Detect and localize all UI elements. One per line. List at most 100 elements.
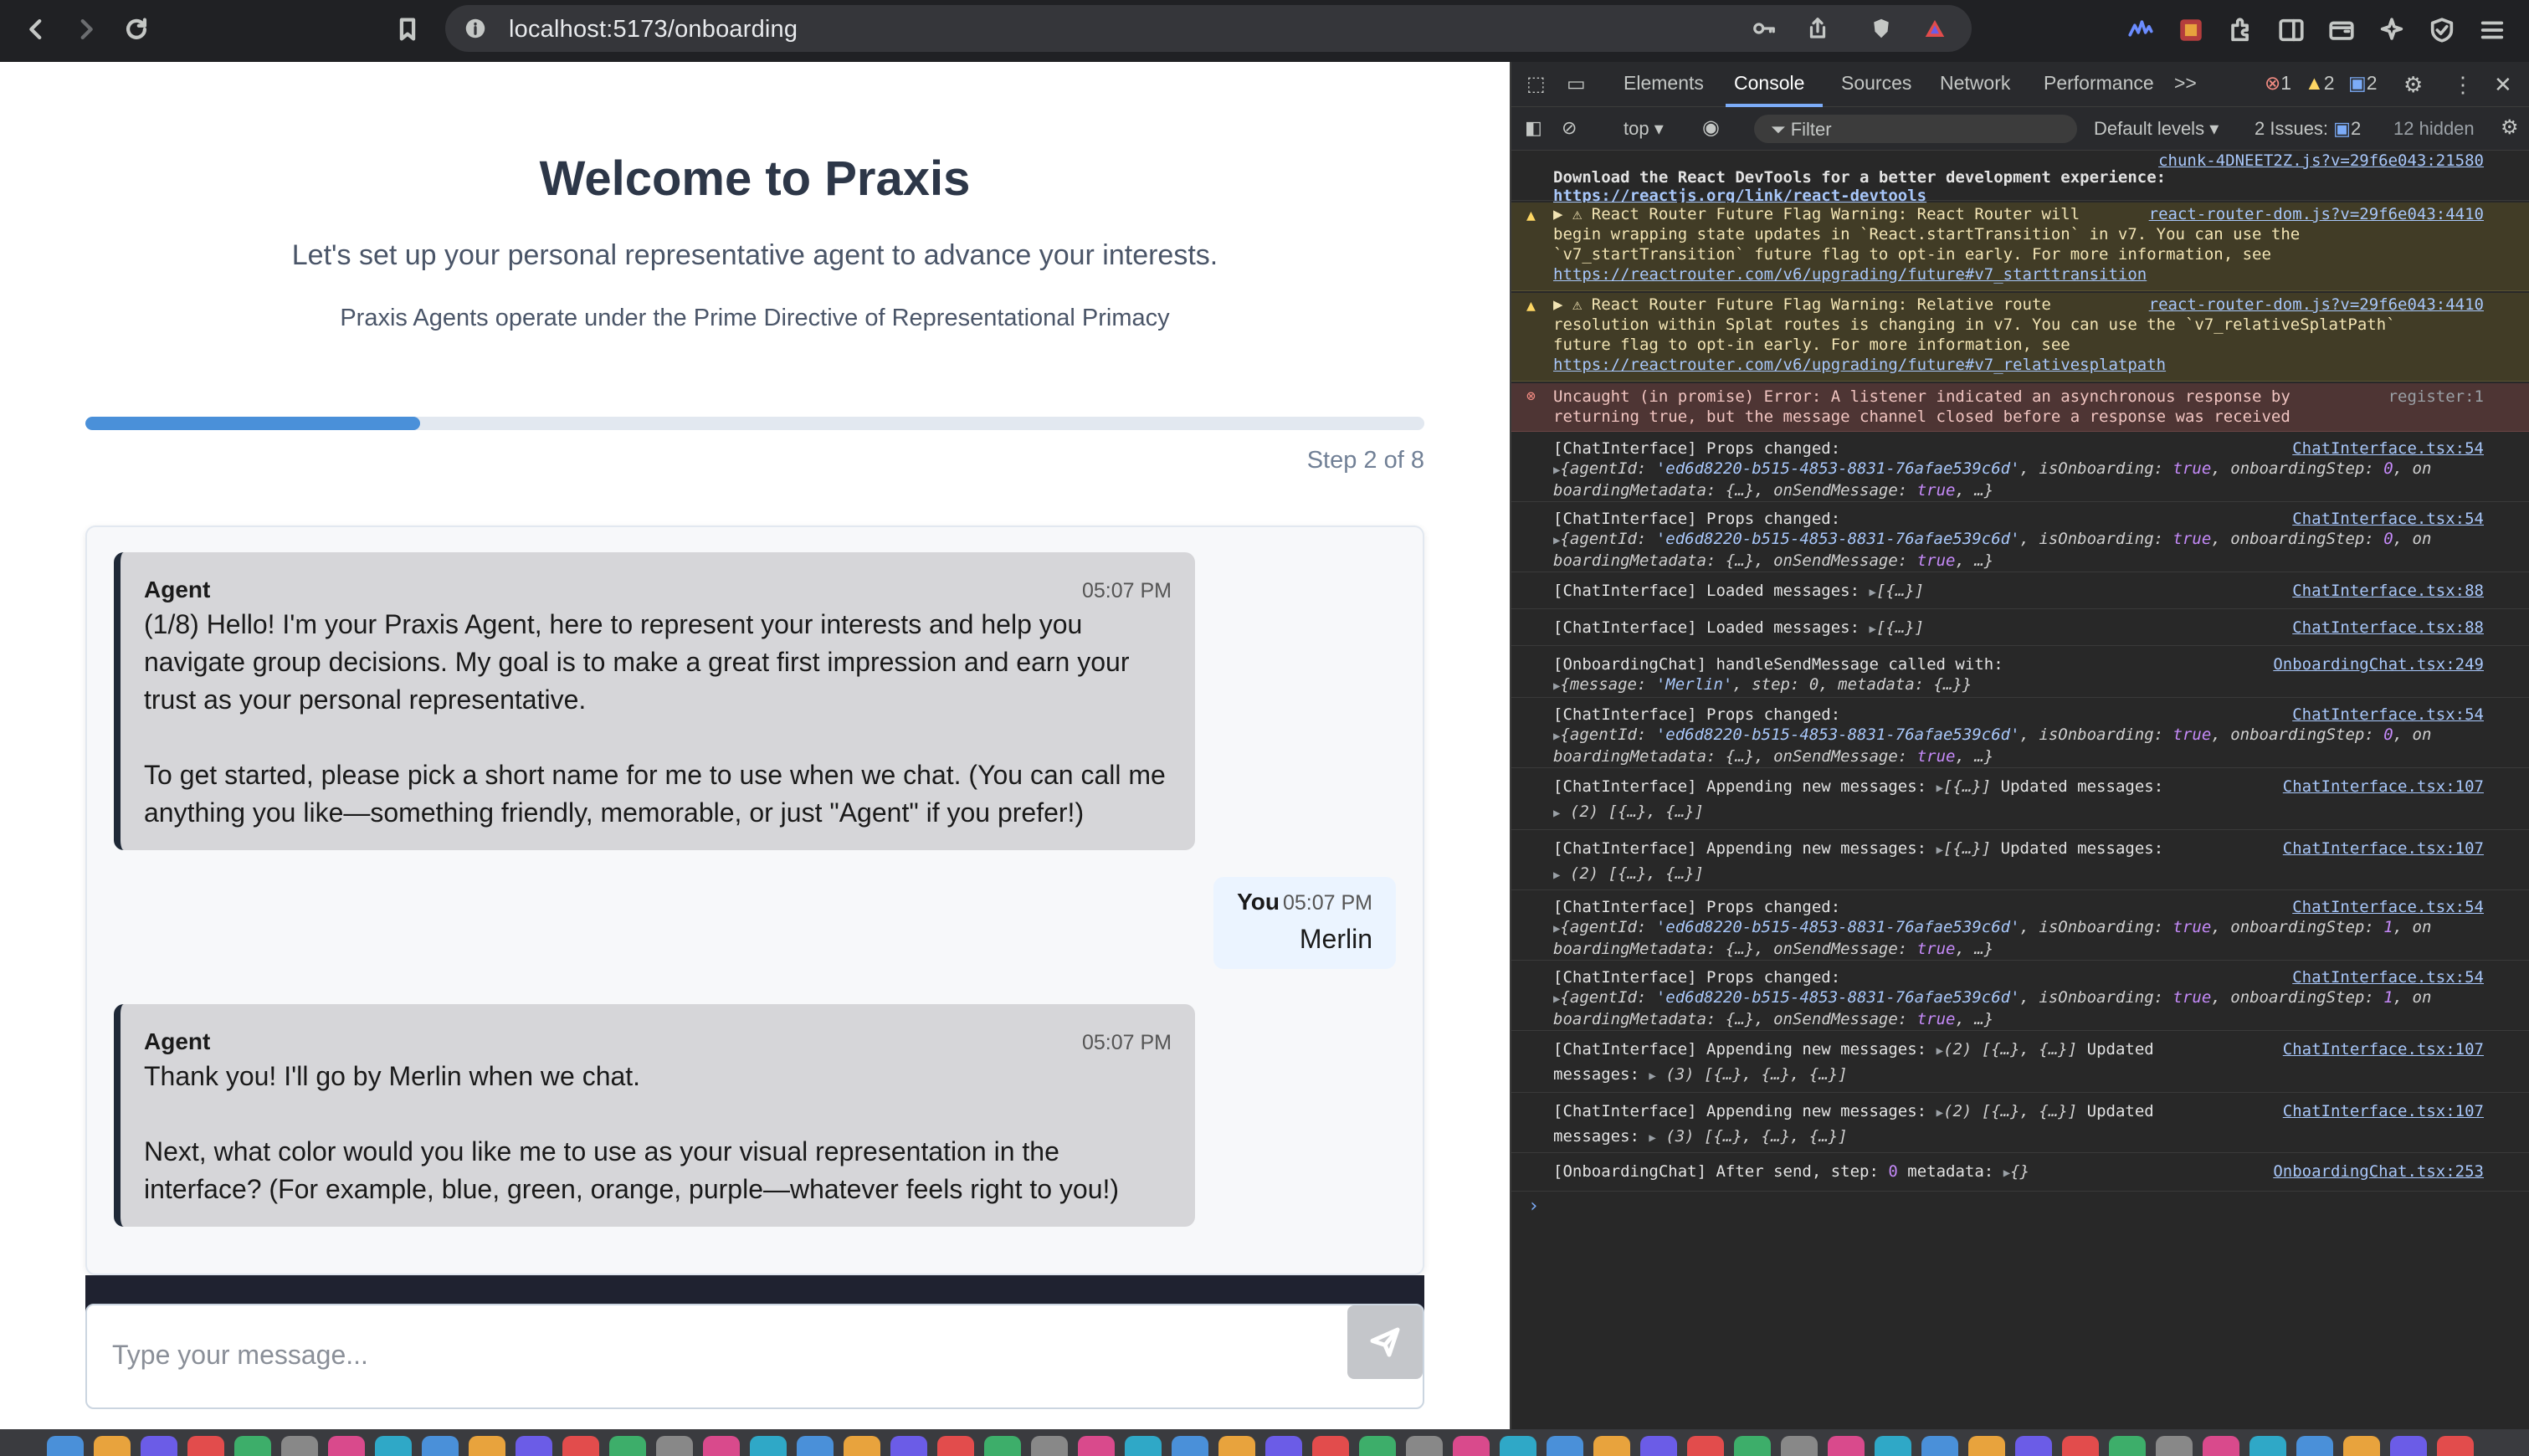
expand-triangle-icon[interactable]: ▶ — [1649, 1069, 1655, 1083]
log-source-link[interactable]: ChatInterface.tsx:54 — [2292, 967, 2484, 987]
log-source-link[interactable]: ChatInterface.tsx:54 — [2292, 705, 2484, 725]
dock-app-icon[interactable] — [1031, 1436, 1068, 1456]
settings-gear-icon[interactable]: ⚙ — [2403, 72, 2423, 98]
dock-app-icon[interactable] — [281, 1436, 318, 1456]
expand-triangle-icon[interactable]: ▶ — [1649, 1131, 1655, 1145]
dock-app-icon[interactable] — [469, 1436, 505, 1456]
dock-app-icon[interactable] — [141, 1436, 177, 1456]
console-settings-gear-icon[interactable]: ⚙ — [2501, 115, 2519, 140]
dock-app-icon[interactable] — [2343, 1436, 2380, 1456]
dock-app-icon[interactable] — [1547, 1436, 1583, 1456]
issues-button[interactable]: 2 Issues: ▣2 — [2255, 118, 2361, 140]
dock-app-icon[interactable] — [375, 1436, 412, 1456]
log-source-link[interactable]: OnboardingChat.tsx:249 — [2273, 654, 2484, 674]
dock-app-icon[interactable] — [562, 1436, 599, 1456]
dock-app-icon[interactable] — [1500, 1436, 1536, 1456]
warning-badge[interactable]: ▲2 — [2305, 72, 2335, 95]
dock-app-icon[interactable] — [2296, 1436, 2333, 1456]
back-button[interactable] — [15, 8, 57, 50]
dock-app-icon[interactable] — [1921, 1436, 1958, 1456]
log-source-link[interactable]: chunk-4DNEET2Z.js?v=29f6e043:21580 — [2158, 151, 2484, 171]
expand-triangle-icon[interactable]: ▶ — [1937, 782, 1943, 795]
log-source-link[interactable]: ChatInterface.tsx:107 — [2283, 777, 2484, 797]
log-source-link[interactable]: ChatInterface.tsx:107 — [2283, 838, 2484, 859]
dock-app-icon[interactable] — [937, 1436, 974, 1456]
share-icon[interactable] — [1801, 12, 1834, 45]
kebab-menu-icon[interactable]: ⋮ — [2452, 72, 2474, 98]
dock-app-icon[interactable] — [1172, 1436, 1208, 1456]
vpn-shield-icon[interactable] — [2424, 12, 2460, 49]
dock-app-icon[interactable] — [984, 1436, 1021, 1456]
dock-app-icon[interactable] — [1406, 1436, 1443, 1456]
tab-sources[interactable]: Sources — [1841, 72, 1911, 95]
send-button[interactable] — [1347, 1305, 1423, 1379]
dock-app-icon[interactable] — [703, 1436, 740, 1456]
dock-app-icon[interactable] — [1359, 1436, 1396, 1456]
extensions-puzzle-icon[interactable] — [2223, 12, 2260, 49]
reload-button[interactable] — [115, 8, 157, 50]
dock-app-icon[interactable] — [1453, 1436, 1490, 1456]
log-source-link[interactable]: ChatInterface.tsx:88 — [2292, 581, 2484, 601]
dock-app-icon[interactable] — [234, 1436, 271, 1456]
dock-app-icon[interactable] — [1593, 1436, 1630, 1456]
dock-app-icon[interactable] — [844, 1436, 880, 1456]
dock-app-icon[interactable] — [2156, 1436, 2193, 1456]
dock-app-icon[interactable] — [2203, 1436, 2239, 1456]
sidebar-toggle-icon[interactable]: ◧ — [1525, 117, 1542, 139]
dock-app-icon[interactable] — [1734, 1436, 1771, 1456]
log-levels-select[interactable]: Default levels ▾ — [2094, 118, 2219, 140]
dock-app-icon[interactable] — [2249, 1436, 2286, 1456]
leo-ai-icon[interactable] — [2373, 12, 2410, 49]
dock-app-icon[interactable] — [2062, 1436, 2099, 1456]
expand-triangle-icon[interactable]: ▶ — [1870, 623, 1876, 636]
context-select[interactable]: top ▾ — [1624, 118, 1664, 140]
log-link[interactable]: https://reactrouter.com/v6/upgrading/fut… — [1553, 264, 2484, 285]
dock-app-icon[interactable] — [890, 1436, 927, 1456]
address-bar[interactable]: localhost:5173/onboarding — [445, 5, 1972, 52]
dock-app-icon[interactable] — [1640, 1436, 1677, 1456]
expand-triangle-icon[interactable]: ▶ — [1937, 843, 1943, 857]
password-key-icon[interactable] — [1747, 12, 1781, 45]
brave-shield-icon[interactable] — [1865, 12, 1898, 45]
console-prompt[interactable]: › — [1528, 1197, 1539, 1217]
live-expression-eye-icon[interactable]: ◉ — [1702, 115, 1720, 140]
expand-triangle-icon[interactable]: ▶ — [1553, 807, 1560, 820]
dock-app-icon[interactable] — [1265, 1436, 1302, 1456]
dock-app-icon[interactable] — [797, 1436, 834, 1456]
dock-app-icon[interactable] — [2390, 1436, 2427, 1456]
expand-triangle-icon[interactable]: ▶ — [1870, 586, 1876, 599]
dock-app-icon[interactable] — [422, 1436, 459, 1456]
expand-triangle-icon[interactable]: ▶ — [2003, 1166, 2010, 1180]
message-badge[interactable]: ▣2 — [2348, 72, 2378, 95]
forward-button[interactable] — [65, 8, 107, 50]
dock-app-icon[interactable] — [656, 1436, 693, 1456]
dock-app-icon[interactable] — [1781, 1436, 1818, 1456]
dock-app-icon[interactable] — [328, 1436, 365, 1456]
error-badge[interactable]: ⊗1 — [2265, 72, 2291, 95]
wallet-wave-extension-icon[interactable] — [2122, 12, 2159, 49]
tab-elements[interactable]: Elements — [1624, 72, 1704, 95]
dock-app-icon[interactable] — [1125, 1436, 1162, 1456]
message-input[interactable] — [112, 1334, 1334, 1376]
chat-message-list[interactable]: Agent 05:07 PM (1/8) Hello! I'm your Pra… — [85, 525, 1424, 1275]
log-source-link[interactable]: ChatInterface.tsx:88 — [2292, 618, 2484, 638]
more-tabs-button[interactable]: >> — [2174, 72, 2197, 95]
tab-network[interactable]: Network — [1940, 72, 2010, 95]
dock-app-icon[interactable] — [2437, 1436, 2474, 1456]
device-toolbar-icon[interactable]: ▭ — [1567, 72, 1586, 96]
log-source-link[interactable]: ChatInterface.tsx:54 — [2292, 509, 2484, 529]
brave-rewards-icon[interactable] — [1918, 12, 1952, 45]
dock-app-icon[interactable] — [187, 1436, 224, 1456]
clear-console-icon[interactable]: ⊘ — [1562, 117, 1577, 139]
dock-app-icon[interactable] — [1875, 1436, 1911, 1456]
close-icon[interactable]: ✕ — [2494, 72, 2512, 98]
log-source-link[interactable]: ChatInterface.tsx:107 — [2283, 1039, 2484, 1059]
log-source-link[interactable]: react-router-dom.js?v=29f6e043:4410 — [2149, 204, 2484, 224]
log-source-link[interactable]: register:1 — [2388, 387, 2484, 407]
tab-performance[interactable]: Performance — [2044, 72, 2154, 95]
dock-app-icon[interactable] — [2109, 1436, 2146, 1456]
wallet-icon[interactable] — [2323, 12, 2360, 49]
dock-app-icon[interactable] — [1312, 1436, 1349, 1456]
dock-app-icon[interactable] — [94, 1436, 131, 1456]
menu-icon[interactable] — [2474, 12, 2511, 49]
